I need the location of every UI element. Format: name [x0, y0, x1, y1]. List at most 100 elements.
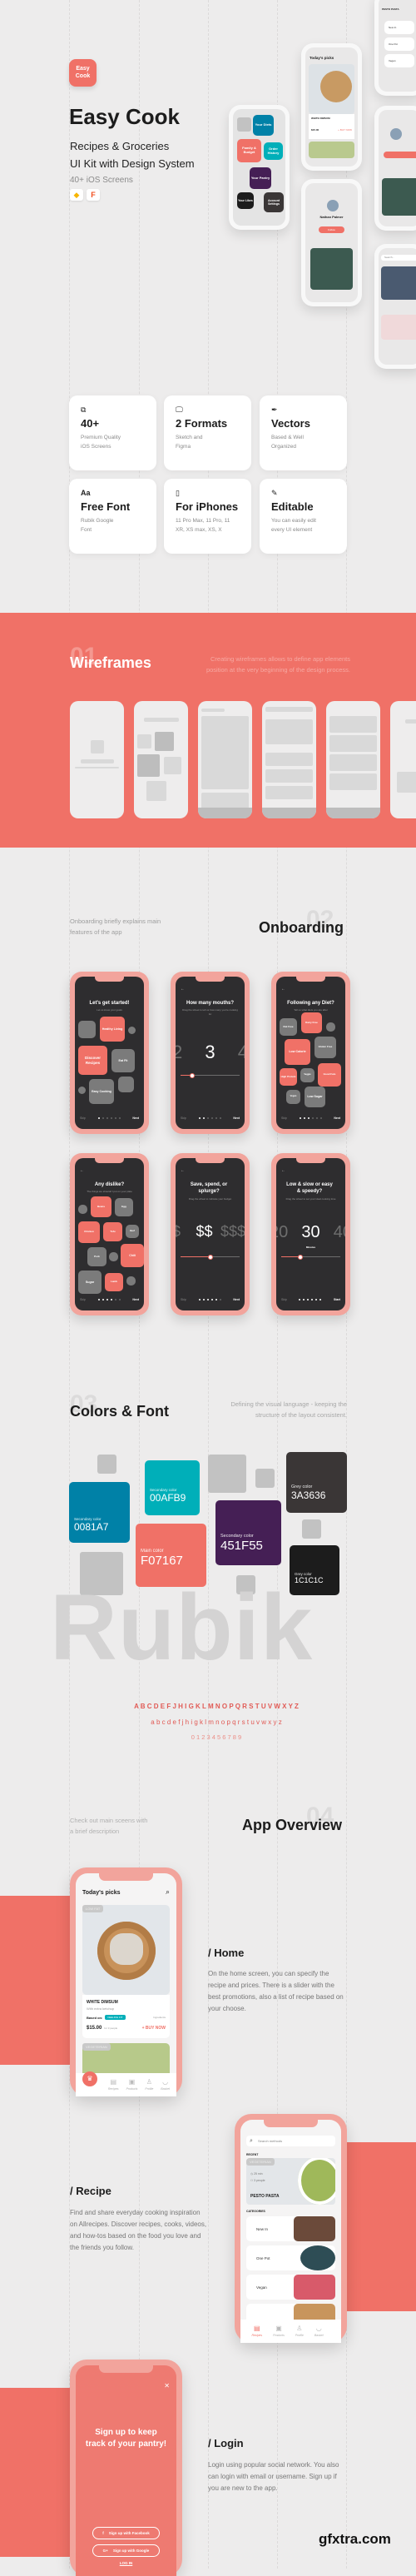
category-image	[294, 2275, 335, 2300]
dish-name: PESTO PASTA	[250, 2194, 280, 2199]
login-link[interactable]: LOG IN	[76, 2561, 176, 2565]
buy-now-link[interactable]: + BUY NOW	[338, 128, 352, 132]
slider-knob[interactable]	[207, 1254, 213, 1260]
section-title: Wireframes	[70, 654, 151, 671]
diet-tile[interactable]: Nut Free	[280, 1018, 297, 1036]
onboarding-hint: Drag the wheel to set your ideal cooking…	[285, 1197, 336, 1201]
dislike-tile[interactable]: Beef	[126, 1225, 139, 1238]
preview-phone-profile: Nathan Palmer Follow	[301, 179, 362, 306]
tab-recipes[interactable]: ▤ Recipes	[251, 2325, 262, 2343]
button-label: Sign up with Google	[112, 2549, 150, 2553]
wireframe-home	[198, 701, 252, 818]
login-heading: / Login	[208, 2437, 244, 2449]
section-desc: Check out main sceens with a brief descr…	[70, 1815, 186, 1837]
onboarding-hint: The things we shouldn't put on your plat…	[87, 1190, 132, 1193]
next-button[interactable]: Next	[233, 1116, 240, 1120]
onboarding-hint: Drag the wheel to tell us how many you'r…	[182, 1008, 238, 1016]
dislike-tile[interactable]: Pork	[87, 1247, 106, 1266]
diet-tile[interactable]: High Protein	[280, 1068, 297, 1086]
category-item[interactable]: New In	[384, 21, 414, 34]
tab-products[interactable]: ▣ Products	[273, 2325, 285, 2343]
tab-basket[interactable]: ◡ Basket	[314, 2325, 324, 2343]
google-signup-button[interactable]: G+ Sign up with Google	[92, 2544, 160, 2557]
search-input[interactable]: ⌕ Search methods	[246, 2136, 335, 2146]
goal-tile[interactable]: Healthy Living	[100, 1017, 125, 1042]
diet-tile[interactable]: Low Sugar	[305, 1087, 325, 1107]
follow-button[interactable]: Follow	[319, 226, 344, 233]
people-icon: ⚇	[250, 2179, 254, 2182]
start-button[interactable]: Start	[334, 1298, 340, 1301]
dislike-tile[interactable]: Egg	[115, 1198, 133, 1216]
dislike-tile[interactable]: Chili	[121, 1244, 144, 1267]
tab-products[interactable]: ▣ Products	[126, 2078, 138, 2096]
next-button[interactable]: Next	[132, 1298, 139, 1301]
next-button[interactable]: Next	[132, 1116, 139, 1120]
diet-tile[interactable]: Veggie	[300, 1068, 314, 1082]
back-arrow-icon[interactable]: ←	[181, 1168, 185, 1173]
skip-button[interactable]: Skip	[281, 1298, 287, 1301]
facebook-signup-button[interactable]: f Sign up with Facebook	[92, 2527, 160, 2539]
next-button[interactable]: Next	[233, 1298, 240, 1301]
tab-profile[interactable]: ♙ Profile	[145, 2078, 153, 2096]
tab-recipes[interactable]: ▤ Recipes	[108, 2078, 119, 2096]
dislike-tile[interactable]: Beans	[91, 1196, 111, 1217]
recent-recipe-card[interactable]: VEGETERIAN ◷ 25 min ⚇ 3 people PESTO PAS…	[246, 2158, 335, 2205]
goal-tile[interactable]: Easy Cooking	[89, 1079, 114, 1104]
mouths-slider[interactable]	[181, 1072, 240, 1078]
wheel-next-value: 40	[333, 1223, 345, 1241]
follow-button[interactable]	[384, 152, 416, 158]
buy-now-button[interactable]: + BUY NOW	[142, 2026, 166, 2031]
time-slider[interactable]	[281, 1254, 340, 1260]
slider-knob[interactable]	[298, 1254, 304, 1260]
category-label: Vegan	[256, 2285, 267, 2290]
accent-block	[0, 2388, 70, 2557]
dislike-tile[interactable]: Chicken	[78, 1221, 100, 1243]
category-item[interactable]: Vegan	[384, 54, 414, 67]
back-arrow-icon[interactable]: ←	[80, 1168, 84, 1173]
feeling-fit-tag[interactable]: FEELING FIT	[105, 2015, 126, 2020]
back-arrow-icon[interactable]: ←	[281, 987, 285, 992]
diet-tile[interactable]: Dairy Free	[301, 1012, 322, 1033]
skip-button[interactable]: Skip	[181, 1116, 186, 1120]
section-desc: Creating wireframes allows to define app…	[171, 654, 350, 675]
dislike-tile[interactable]: Sugar	[78, 1271, 102, 1294]
monitor-icon: 🖵	[176, 405, 183, 414]
category-one-pot[interactable]: One Pot	[246, 2245, 335, 2270]
diet-tile[interactable]: Gluten Free	[314, 1037, 336, 1058]
category-new-in[interactable]: New In	[246, 2216, 335, 2241]
search-input[interactable]: Search...	[381, 255, 416, 261]
ingredients-link[interactable]: Ingredients	[153, 2016, 166, 2019]
feature-desc: 11 Pro Max, 11 Pro, 11	[176, 518, 230, 524]
search-icon[interactable]: ⌕	[166, 1887, 170, 1897]
wireframe-onboarding	[134, 701, 188, 818]
diet-tile[interactable]: Good Fats	[318, 1063, 341, 1087]
next-button[interactable]: Next	[334, 1116, 340, 1120]
home-heading: / Home	[208, 1947, 245, 1959]
tab-profile[interactable]: ♙ Profile	[295, 2325, 304, 2343]
goal-tile[interactable]: Eat Fit	[111, 1049, 135, 1072]
category-vegan[interactable]: Vegan	[246, 2275, 335, 2300]
swatch-hex: F07167	[141, 1554, 183, 1568]
clock-icon: ◷	[250, 2172, 254, 2176]
page-dot	[215, 1117, 217, 1119]
skip-button[interactable]: Skip	[80, 1116, 86, 1120]
home-description: On the home screen, you can specify the …	[208, 1970, 344, 2012]
dislike-tile[interactable]: Lamb	[105, 1273, 123, 1291]
back-arrow-icon[interactable]: ←	[281, 1168, 285, 1173]
back-arrow-icon[interactable]: ←	[181, 987, 185, 992]
budget-slider[interactable]	[181, 1254, 240, 1260]
diet-tile[interactable]: Vegan	[286, 1090, 300, 1104]
swatch-label: Secondary color	[220, 1534, 254, 1539]
skip-button[interactable]: Skip	[181, 1298, 186, 1301]
skip-button[interactable]: Skip	[80, 1298, 86, 1301]
dislike-tile[interactable]: Tofu	[103, 1222, 122, 1241]
skip-button[interactable]: Skip	[281, 1116, 287, 1120]
category-item[interactable]: One Pot	[384, 37, 414, 51]
chef-hat-fab-icon[interactable]: ♛	[82, 2071, 97, 2086]
page-dot	[118, 1299, 121, 1300]
tab-basket[interactable]: ◡ Basket	[161, 2078, 170, 2096]
close-icon[interactable]: ✕	[164, 2382, 170, 2390]
diet-tile[interactable]: Low Calorie	[285, 1039, 310, 1065]
slider-knob[interactable]	[190, 1072, 196, 1078]
goal-tile[interactable]: Discover Recipes	[78, 1046, 107, 1075]
